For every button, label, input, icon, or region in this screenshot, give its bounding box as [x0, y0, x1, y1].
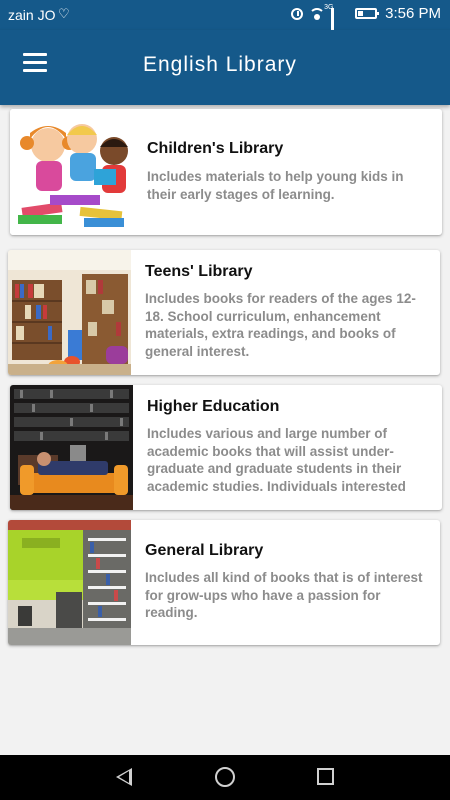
- carrier-name: zain JO: [8, 7, 56, 23]
- heart-icon: ♡: [58, 6, 70, 21]
- alarm-icon: [291, 7, 304, 20]
- hamburger-menu-icon[interactable]: [23, 53, 47, 73]
- card-title: Higher Education: [147, 398, 280, 415]
- page-title: English Library: [143, 53, 297, 76]
- library-card-children[interactable]: Children's Library Includes materials to…: [10, 109, 442, 235]
- higher-education-image: [10, 385, 133, 510]
- card-title: Teens' Library: [145, 263, 253, 280]
- library-card-general[interactable]: General Library Includes all kind of boo…: [8, 520, 440, 645]
- system-nav-bar: [0, 755, 450, 800]
- library-card-teens[interactable]: Teens' Library Includes books for reader…: [8, 250, 440, 375]
- children-library-image: [10, 109, 133, 235]
- library-card-higher-education[interactable]: Higher Education Includes various and la…: [10, 385, 442, 510]
- clock: 3:56 PM: [385, 5, 441, 22]
- teens-library-image: [8, 250, 131, 375]
- card-description: Includes all kind of books that is of in…: [145, 570, 423, 620]
- recent-apps-icon[interactable]: [317, 768, 334, 785]
- battery-icon: [355, 8, 380, 19]
- status-icons: 3G 3:56 PM: [291, 4, 441, 38]
- network-type: 3G: [324, 3, 334, 11]
- home-icon[interactable]: [215, 767, 235, 787]
- card-title: Children's Library: [147, 140, 284, 157]
- app-bar: English Library: [0, 30, 450, 105]
- signal-icon: 3G: [324, 4, 349, 38]
- back-icon[interactable]: [116, 768, 132, 786]
- card-description: Includes materials to help young kids in…: [147, 169, 404, 202]
- general-library-image: [8, 520, 131, 645]
- card-description: Includes various and large number of aca…: [147, 426, 406, 494]
- wifi-icon: [309, 7, 326, 20]
- card-title: General Library: [145, 542, 264, 559]
- card-description: Includes books for readers of the ages 1…: [145, 291, 416, 359]
- status-bar: zain JO ♡ 3G 3:56 PM: [0, 0, 450, 38]
